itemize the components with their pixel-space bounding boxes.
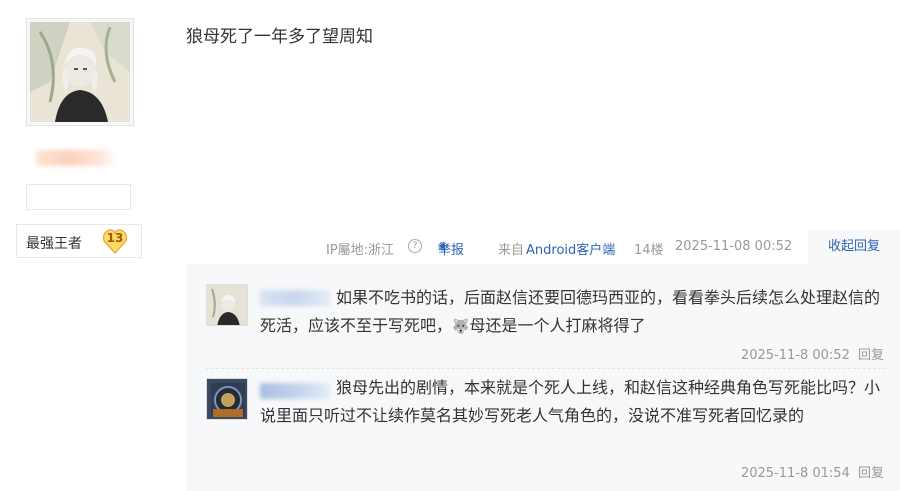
post-time: 2025-11-08 00:52 <box>675 239 793 254</box>
sub-reply-meta: 2025-11-8 00:52 回复 <box>741 344 884 363</box>
sub-reply-time: 2025-11-8 00:52 <box>740 348 850 363</box>
user-level[interactable]: 最强王者 13 <box>16 224 142 258</box>
source-prefix: 来自 <box>498 243 525 258</box>
username-redacted[interactable] <box>36 150 116 166</box>
level-name: 最强王者 <box>26 236 82 252</box>
user-avatar[interactable] <box>26 18 134 126</box>
avatar-image <box>30 22 130 122</box>
collapse-replies-button[interactable]: 收起回复 <box>808 230 900 264</box>
divider <box>206 368 886 370</box>
sub-reply-reply-link[interactable]: 回复 <box>858 466 884 481</box>
sub-reply-time: 2025-11-8 01:54 <box>740 466 850 481</box>
post-content: 狼母死了一年多了望周知 <box>186 27 373 47</box>
sub-reply-reply-link[interactable]: 回复 <box>858 348 884 363</box>
wolf-emoji-icon: 🐺 <box>452 319 470 335</box>
sub-reply-meta: 2025-11-8 01:54 回复 <box>741 462 884 481</box>
sub-reply-avatar[interactable] <box>206 284 248 326</box>
level-badge-icon: 13 <box>101 227 129 255</box>
user-signature-box <box>26 184 131 210</box>
sub-reply-avatar[interactable] <box>206 378 248 420</box>
sub-replies: 如果不吃书的话，后面赵信还要回德玛西亚的，看看拳头后续怎么处理赵信的死活，应该不… <box>186 264 900 491</box>
level-number: 13 <box>106 231 124 245</box>
ip-location: IP屬地:浙江 <box>326 243 395 258</box>
source-link[interactable]: Android客户端 <box>526 239 615 258</box>
sub-reply-text: 狼母先出的剧情，本来就是个死人上线，和赵信这种经典角色写死能比吗？小说里面只听过… <box>260 378 881 425</box>
sub-reply-text: 如果不吃书的话，后面赵信还要回德玛西亚的，看看拳头后续怎么处理赵信的死活，应该不… <box>260 288 881 335</box>
floor-number: 14楼 <box>634 243 664 258</box>
